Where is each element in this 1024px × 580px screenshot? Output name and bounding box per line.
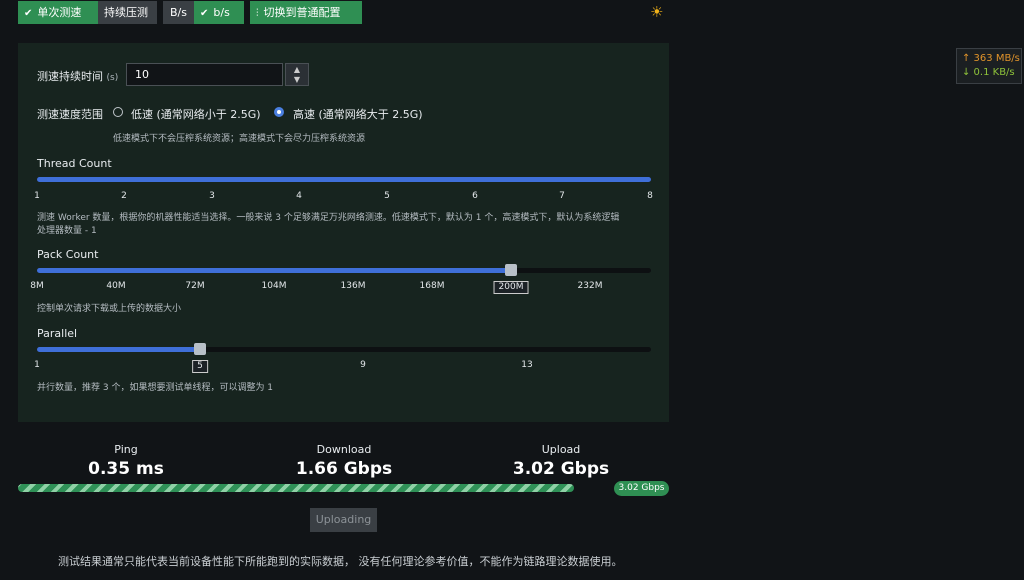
download-rate: ↓ 0.1 KB/s xyxy=(962,67,1015,78)
parallel-tick: 9 xyxy=(360,360,366,370)
upload-value: 3.02 Gbps xyxy=(512,459,610,479)
check-icon: ✔ xyxy=(200,8,209,19)
low-speed-radio[interactable] xyxy=(113,107,123,117)
parallel-tick: 5 xyxy=(192,360,208,373)
pack-count-label: Pack Count xyxy=(37,248,99,261)
switch-config-button[interactable]: ⫶ 切换到普通配置 xyxy=(250,1,362,24)
progress-badge: 3.02 Gbps xyxy=(614,481,669,496)
duration-input[interactable]: 10 xyxy=(126,63,283,86)
thread-count-fill xyxy=(37,177,651,182)
single-test-button[interactable]: ✔ 单次测速 xyxy=(18,1,98,24)
thread-count-tick: 2 xyxy=(121,191,127,201)
parallel-tick: 1 xyxy=(34,360,40,370)
thread-count-label: Thread Count xyxy=(37,157,112,170)
high-speed-label[interactable]: 高速 (通常网络大于 2.5G) xyxy=(293,106,423,122)
pack-count-fill xyxy=(37,268,511,273)
thread-count-tick: 1 xyxy=(34,191,40,201)
footer-note: 测试结果通常只能代表当前设备性能下所能跑到的实际数据， 没有任何理论参考价值，不… xyxy=(58,555,623,568)
thread-count-tick: 6 xyxy=(472,191,478,201)
chevron-up-icon[interactable]: ▲ xyxy=(286,65,308,75)
chevron-down-icon[interactable]: ▼ xyxy=(286,75,308,85)
pack-count-tick: 136M xyxy=(340,281,366,291)
continuous-test-button[interactable]: 持续压测 xyxy=(98,1,157,24)
theme-toggle-icon[interactable]: ☀ xyxy=(650,3,663,21)
duration-label: 测速持续时间 (s) xyxy=(37,70,119,83)
upload-rate: ↑ 363 MB/s xyxy=(962,53,1020,64)
thread-hint-line1: 测速 Worker 数量，根据你的机器性能适当选择。一般来说 3 个足够满足万兆… xyxy=(37,213,620,223)
duration-stepper[interactable]: ▲ ▼ xyxy=(285,63,309,86)
speed-hint: 低速模式下不会压榨系统资源；高速模式下会尽力压榨系统资源 xyxy=(113,134,366,144)
pack-count-tick: 232M xyxy=(577,281,603,291)
pack-count-thumb[interactable] xyxy=(505,264,517,276)
thread-hint-line2: 处理器数量 - 1 xyxy=(37,226,97,236)
pack-count-tick: 168M xyxy=(419,281,445,291)
high-speed-radio[interactable] xyxy=(274,107,284,117)
download-label: Download xyxy=(316,443,372,456)
thread-count-tick: 8 xyxy=(647,191,653,201)
traffic-indicator: ↑ 363 MB/s ↓ 0.1 KB/s xyxy=(956,48,1022,84)
parallel-label: Parallel xyxy=(37,327,78,340)
settings-panel xyxy=(18,43,669,422)
pack-count-tick: 104M xyxy=(261,281,287,291)
speed-range-label: 测速速度范围 xyxy=(37,108,103,121)
pack-count-tick: 200M xyxy=(493,281,529,294)
pack-hint: 控制单次请求下载或上传的数据大小 xyxy=(37,304,182,314)
thread-count-tick: 4 xyxy=(296,191,302,201)
parallel-fill xyxy=(37,347,200,352)
thread-count-tick: 5 xyxy=(384,191,390,201)
unit-bytes-button[interactable]: B/s xyxy=(163,1,194,24)
check-icon: ✔ xyxy=(24,8,33,19)
progress-bar xyxy=(18,484,575,492)
upload-label: Upload xyxy=(541,443,581,456)
sliders-icon: ⫶ xyxy=(256,8,259,19)
unit-bits-button[interactable]: ✔ b/s xyxy=(194,1,244,24)
thread-count-tick: 7 xyxy=(559,191,565,201)
parallel-thumb[interactable] xyxy=(194,343,206,355)
pack-count-tick: 72M xyxy=(185,281,205,291)
low-speed-label[interactable]: 低速 (通常网络小于 2.5G) xyxy=(131,106,261,122)
parallel-hint: 并行数量，推荐 3 个，如果想要测试单线程，可以调整为 1 xyxy=(37,383,274,393)
thread-count-tick: 3 xyxy=(209,191,215,201)
ping-label: Ping xyxy=(114,443,138,456)
pack-count-tick: 40M xyxy=(106,281,126,291)
download-value: 1.66 Gbps xyxy=(295,459,393,479)
pack-count-tick: 8M xyxy=(30,281,44,291)
ping-value: 0.35 ms xyxy=(88,459,164,479)
uploading-button[interactable]: Uploading xyxy=(310,508,377,532)
parallel-tick: 13 xyxy=(521,360,533,370)
